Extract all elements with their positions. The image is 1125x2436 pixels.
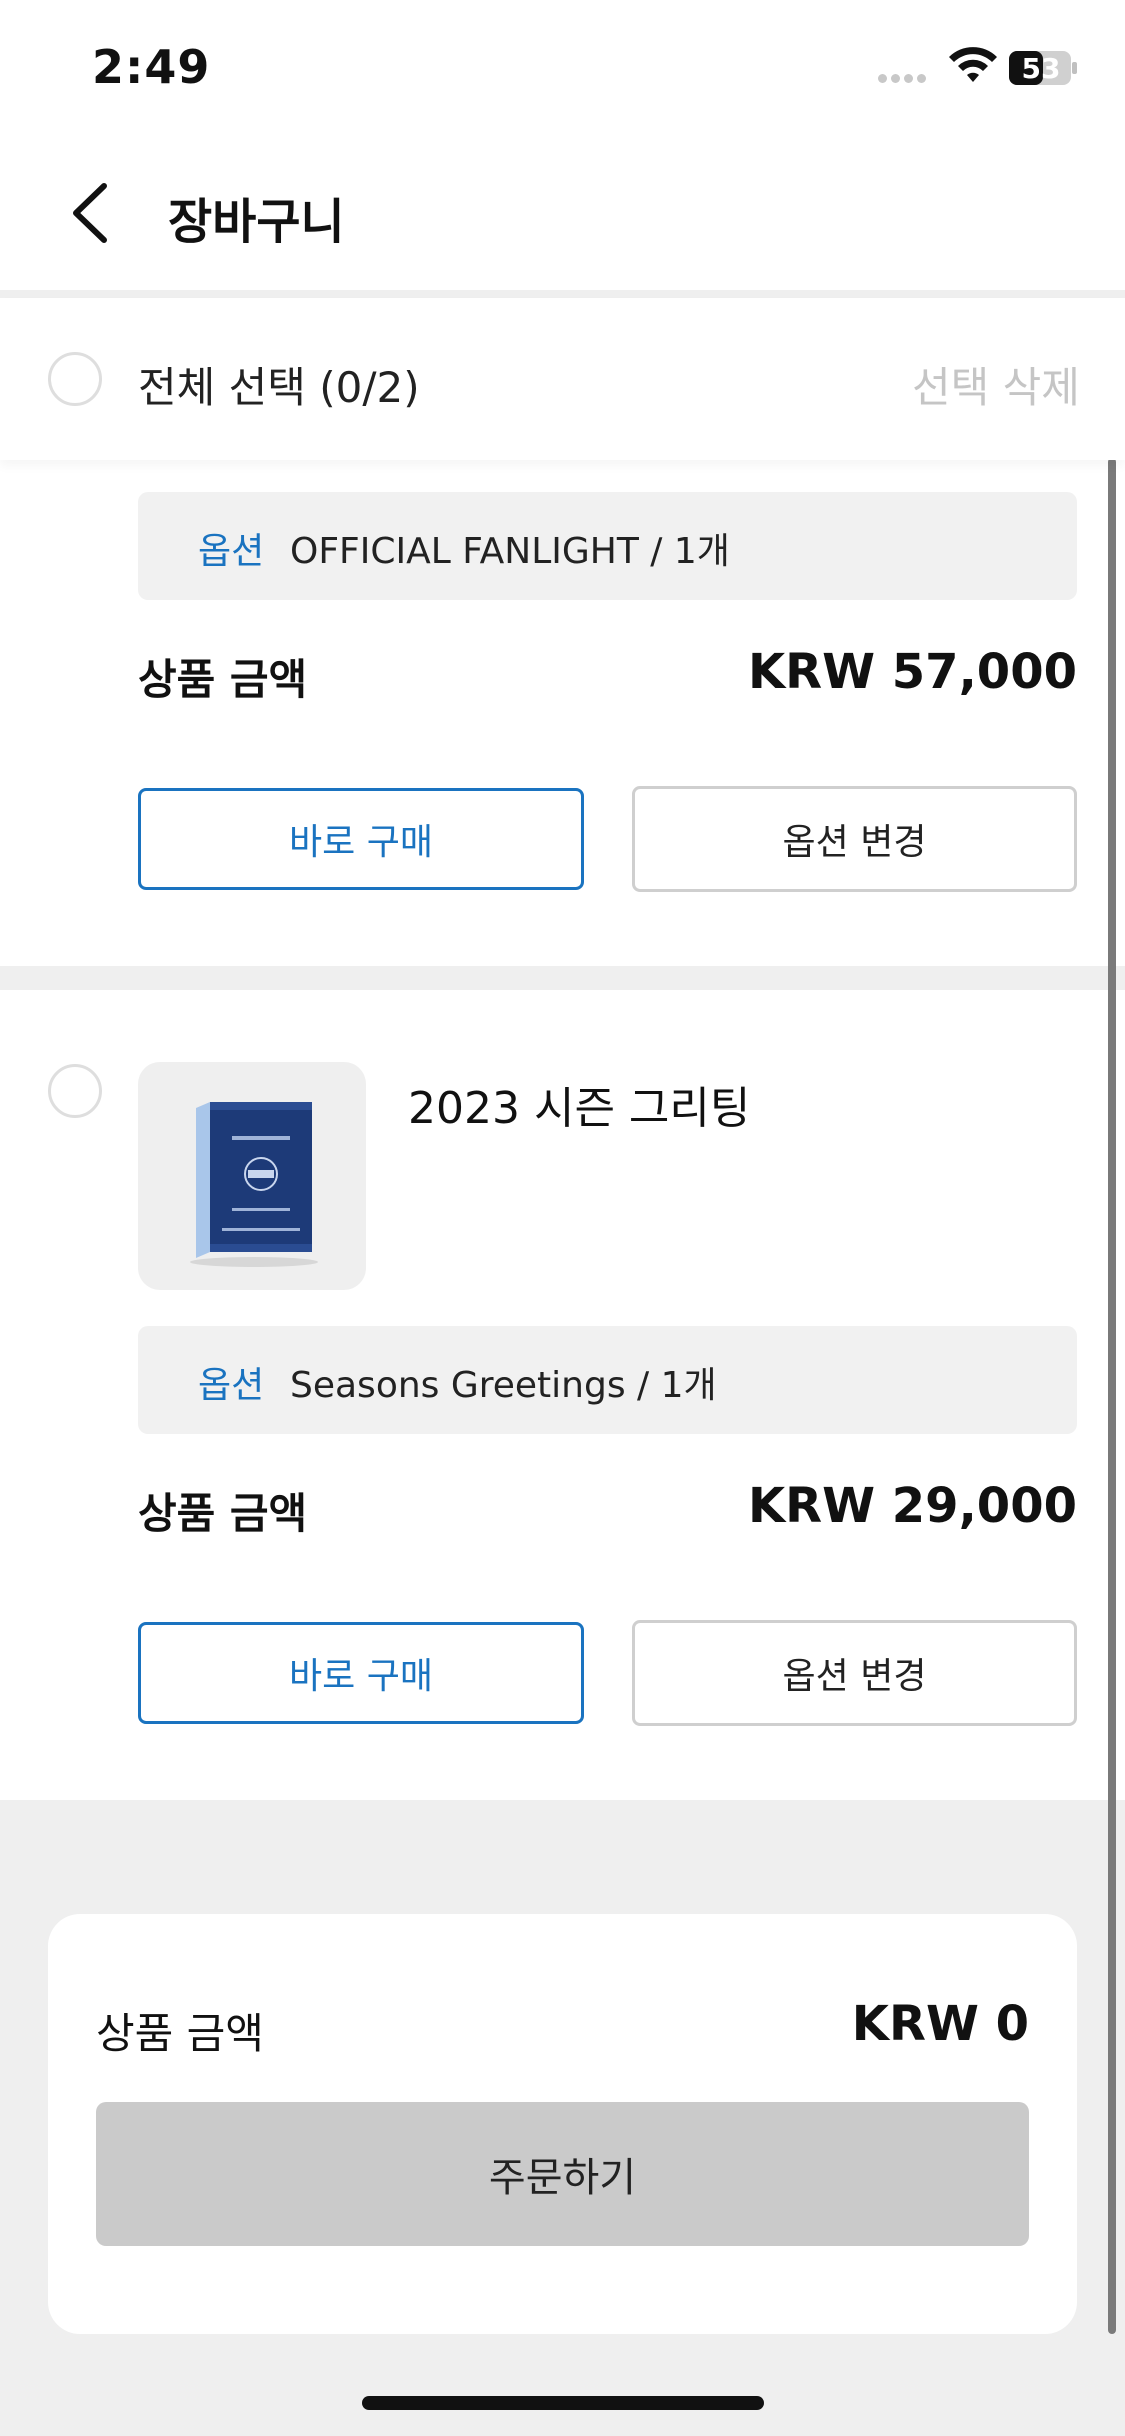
page-title: 장바구니 bbox=[168, 194, 345, 250]
battery-level: 53 bbox=[1021, 52, 1061, 85]
item-price-label: 상품 금액 bbox=[138, 655, 308, 704]
wifi-icon bbox=[949, 47, 997, 82]
order-summary-card: 상품 금액 KRW 0 주문하기 bbox=[48, 1914, 1077, 2334]
item-option-box: 옵션 Seasons Greetings / 1개 bbox=[138, 1326, 1077, 1434]
home-indicator[interactable] bbox=[362, 2396, 764, 2410]
summary-price-label: 상품 금액 bbox=[96, 2009, 264, 2058]
option-value: Seasons Greetings / 1개 bbox=[290, 1365, 717, 1406]
change-option-button[interactable]: 옵션 변경 bbox=[632, 786, 1077, 892]
cellular-signal-icon bbox=[878, 74, 926, 83]
item-price-value: KRW 29,000 bbox=[747, 1478, 1077, 1534]
item-option-box: 옵션 OFFICIAL FANLIGHT / 1개 bbox=[138, 492, 1077, 600]
change-option-button[interactable]: 옵션 변경 bbox=[632, 1620, 1077, 1726]
delete-selected-button[interactable]: 선택 삭제 bbox=[912, 354, 1080, 415]
select-all-label[interactable]: 전체 선택 (0/2) bbox=[138, 354, 420, 415]
battery-icon: 53 bbox=[1008, 50, 1078, 86]
product-thumbnail[interactable] bbox=[138, 1062, 366, 1290]
item-price-label: 상품 금액 bbox=[138, 1489, 308, 1538]
item-checkbox[interactable] bbox=[48, 1064, 102, 1118]
item-price-value: KRW 57,000 bbox=[747, 644, 1077, 700]
summary-price-value: KRW 0 bbox=[851, 1996, 1029, 2052]
chevron-left-icon[interactable] bbox=[62, 178, 122, 248]
select-all-checkbox[interactable] bbox=[48, 352, 102, 406]
buy-now-button[interactable]: 바로 구매 bbox=[138, 788, 584, 890]
option-value: OFFICIAL FANLIGHT / 1개 bbox=[290, 531, 730, 572]
seasons-greetings-box-image bbox=[190, 1102, 318, 1267]
buy-now-button[interactable]: 바로 구매 bbox=[138, 1622, 584, 1724]
option-key: 옵션 bbox=[198, 1365, 265, 1406]
status-time: 2:49 bbox=[92, 40, 211, 94]
option-key: 옵션 bbox=[198, 531, 265, 572]
section-divider bbox=[0, 966, 1125, 990]
scrollbar[interactable] bbox=[1108, 458, 1116, 2334]
order-button[interactable]: 주문하기 bbox=[96, 2102, 1029, 2246]
header-divider bbox=[0, 290, 1125, 298]
product-title[interactable]: 2023 시즌 그리팅 bbox=[408, 1072, 750, 1136]
